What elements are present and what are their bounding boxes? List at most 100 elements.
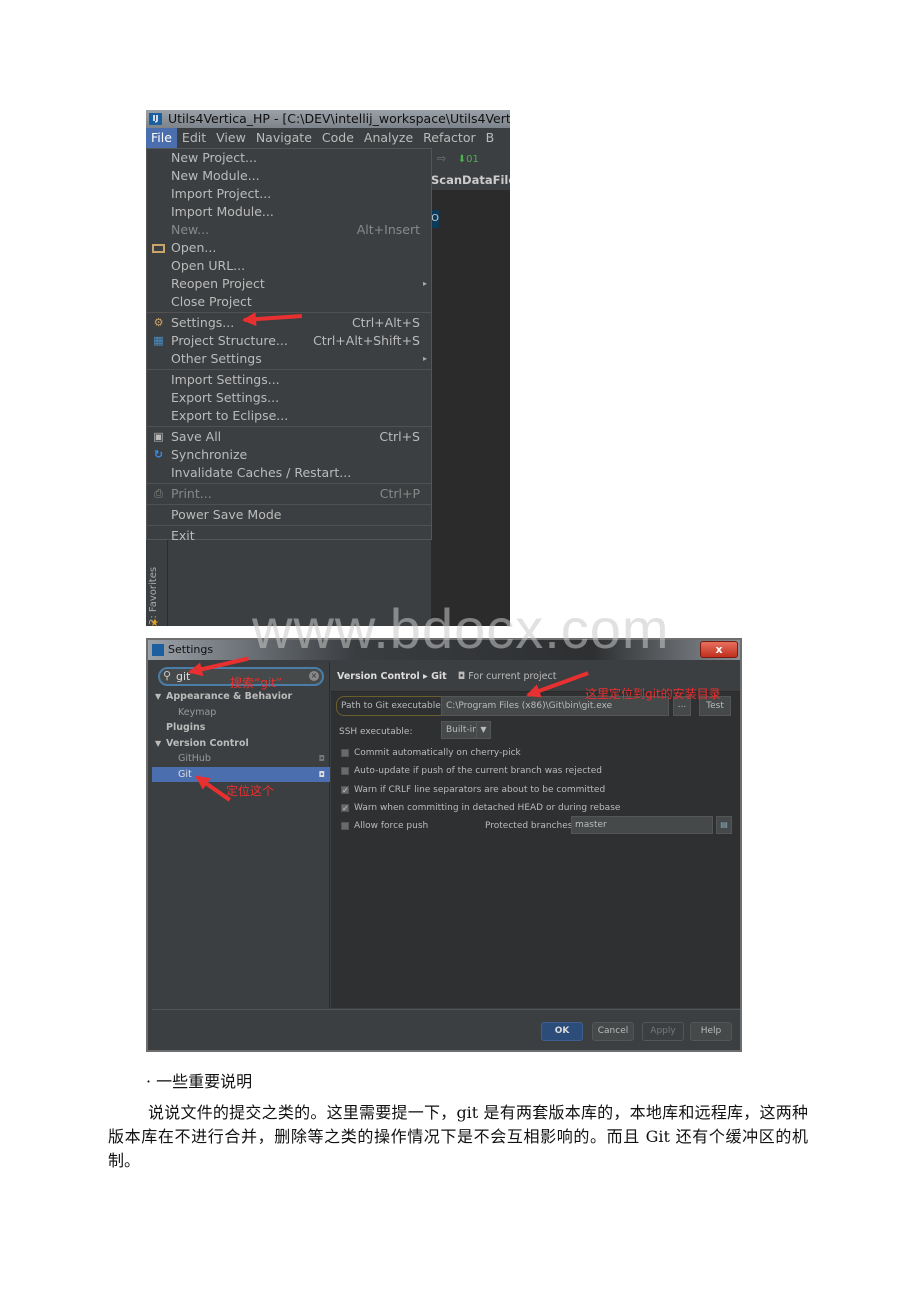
ssh-executable-select[interactable]: Built-in ▼ <box>441 721 491 739</box>
menu-item-label: Close Project <box>171 294 252 309</box>
menu-item-label: Export to Eclipse... <box>171 408 289 423</box>
menu-item-label: Open... <box>171 240 217 255</box>
menu-view[interactable]: View <box>211 128 251 148</box>
intellij-logo-icon: IJ <box>149 113 162 125</box>
menu-edit[interactable]: Edit <box>177 128 211 148</box>
help-button[interactable]: Help <box>690 1022 732 1041</box>
checkbox-warn-crlf[interactable]: ✓ Warn if CRLF line separators are about … <box>341 783 605 797</box>
tree-item-plugins[interactable]: Plugins <box>152 720 330 736</box>
edit-branches-icon[interactable]: ▤ <box>716 816 732 834</box>
tree-item-label: Appearance & Behavior <box>166 691 293 702</box>
tree-item-keymap[interactable]: Keymap <box>152 705 330 721</box>
gutter-marker: O <box>431 210 439 228</box>
menu-item-import-project[interactable]: Import Project... <box>147 185 431 203</box>
tree-item-appearance-behavior[interactable]: ▼ Appearance & Behavior <box>152 689 330 705</box>
menu-item-print[interactable]: ⎙ Print... Ctrl+P <box>147 485 431 503</box>
clear-search-icon[interactable]: × <box>309 671 319 681</box>
search-icon: ⚲ <box>163 669 172 682</box>
path-to-git-label: Path to Git executable: <box>336 696 449 716</box>
menu-file[interactable]: File <box>146 128 177 148</box>
tree-item-version-control[interactable]: ▼ Version Control <box>152 736 330 752</box>
folder-icon <box>152 244 165 253</box>
menu-item-import-settings[interactable]: Import Settings... <box>147 371 431 389</box>
checkbox-checked[interactable]: ✓ <box>341 786 349 795</box>
menu-item-label: Save All <box>171 429 222 444</box>
menu-item-label: Open URL... <box>171 258 246 273</box>
menu-item-open-url[interactable]: Open URL... <box>147 257 431 275</box>
menu-code[interactable]: Code <box>317 128 359 148</box>
tree-item-git[interactable]: Git ◘ <box>152 766 330 782</box>
checkbox-allow-force-push[interactable]: Allow force push <box>341 819 428 833</box>
menu-separator <box>147 504 431 505</box>
menu-separator <box>147 426 431 427</box>
menu-item-shortcut: Ctrl+P <box>379 486 420 501</box>
menu-item-export-to-eclipse[interactable]: Export to Eclipse... <box>147 407 431 425</box>
menu-item-label: Import Module... <box>171 204 274 219</box>
protected-branches-input[interactable]: master <box>571 816 713 834</box>
vcs-update-icon[interactable]: ⬇01 <box>458 154 479 165</box>
section-heading: · 一些重要说明 <box>146 1072 253 1091</box>
menu-item-exit[interactable]: Exit <box>147 527 431 545</box>
dialog-title: Settings <box>168 643 214 656</box>
menu-item-project-structure[interactable]: ▦ Project Structure... Ctrl+Alt+Shift+S <box>147 332 431 350</box>
annotation-search: 搜索“git” <box>230 676 283 690</box>
checkbox-label: Commit automatically on cherry-pick <box>354 748 521 758</box>
menu-item-import-module[interactable]: Import Module... <box>147 203 431 221</box>
menu-item-open[interactable]: Open... <box>147 239 431 257</box>
close-button[interactable]: x <box>700 641 738 658</box>
menu-item-power-save-mode[interactable]: Power Save Mode <box>147 506 431 524</box>
menu-item-label: Exit <box>171 528 195 543</box>
menu-item-other-settings[interactable]: Other Settings ▸ <box>147 350 431 368</box>
menu-item-label: Power Save Mode <box>171 507 282 522</box>
forward-arrow-icon[interactable]: ⇨ <box>437 152 446 165</box>
expand-triangle-icon[interactable]: ▼ <box>155 736 161 752</box>
star-icon: ★ <box>150 618 159 626</box>
checkbox-auto-update[interactable]: Auto-update if push of the current branc… <box>341 764 602 778</box>
ok-button[interactable]: OK <box>541 1022 583 1041</box>
tree-item-label: Plugins <box>166 722 206 733</box>
toolbar: ⇨ ⬇01 <box>431 148 510 170</box>
menu-item-reopen-project[interactable]: Reopen Project ▸ <box>147 275 431 293</box>
ide-window: IJ Utils4Vertica_HP - [C:\DEV\intellij_w… <box>146 110 510 626</box>
menu-item-save-all[interactable]: ▣ Save All Ctrl+S <box>147 428 431 446</box>
menu-item-close-project[interactable]: Close Project <box>147 293 431 311</box>
menu-item-label: New... <box>171 222 210 237</box>
favorites-tool-tab[interactable]: 2: Favorites <box>148 565 166 625</box>
ssh-executable-label: SSH executable: <box>339 727 413 737</box>
menu-item-new-module[interactable]: New Module... <box>147 167 431 185</box>
menu-navigate[interactable]: Navigate <box>251 128 317 148</box>
menu-build[interactable]: B <box>481 128 500 148</box>
tree-item-github[interactable]: GitHub ◘ <box>152 751 330 767</box>
apply-button[interactable]: Apply <box>642 1022 684 1041</box>
checkbox-warn-detached-head[interactable]: ✓ Warn when committing in detached HEAD o… <box>341 801 620 815</box>
checkbox-commit-cherry-pick[interactable]: Commit automatically on cherry-pick <box>341 746 521 760</box>
tree-item-label: Git <box>178 768 192 780</box>
menu-item-export-settings[interactable]: Export Settings... <box>147 389 431 407</box>
settings-sidebar: ⚲ git × ▼ Appearance & Behavior Keymap Pl… <box>152 662 330 1008</box>
submenu-arrow-icon: ▸ <box>422 279 427 288</box>
expand-triangle-icon[interactable]: ▼ <box>155 689 161 705</box>
checkbox-unchecked[interactable] <box>341 822 349 830</box>
menu-item-synchronize[interactable]: ↻ Synchronize <box>147 446 431 464</box>
menu-item-label: Project Structure... <box>171 333 288 348</box>
checkbox-label: Warn when committing in detached HEAD or… <box>354 803 621 813</box>
menu-item-new-project[interactable]: New Project... <box>147 149 431 167</box>
menu-separator <box>147 312 431 313</box>
menu-analyze[interactable]: Analyze <box>359 128 418 148</box>
checkbox-checked[interactable]: ✓ <box>341 804 349 813</box>
menu-item-shortcut: Ctrl+Alt+Shift+S <box>313 333 420 348</box>
settings-tree: ▼ Appearance & Behavior Keymap Plugins ▼ V… <box>152 689 330 782</box>
checkbox-unchecked[interactable] <box>341 749 349 757</box>
menu-separator <box>147 483 431 484</box>
cancel-button[interactable]: Cancel <box>592 1022 634 1041</box>
wrench-icon: ⚙ <box>153 316 164 329</box>
menu-item-new[interactable]: New... Alt+Insert <box>147 221 431 239</box>
menu-item-label: New Module... <box>171 168 260 183</box>
menu-item-invalidate-caches[interactable]: Invalidate Caches / Restart... <box>147 464 431 482</box>
menu-item-label: Synchronize <box>171 447 248 462</box>
checkbox-unchecked[interactable] <box>341 767 349 775</box>
project-structure-icon: ▦ <box>153 334 164 347</box>
editor-tab[interactable]: ScanDataFile <box>431 170 510 190</box>
menu-refactor[interactable]: Refactor <box>418 128 480 148</box>
git-settings-panel: Version Control ▸ Git ◘ For current proj… <box>331 662 740 1008</box>
